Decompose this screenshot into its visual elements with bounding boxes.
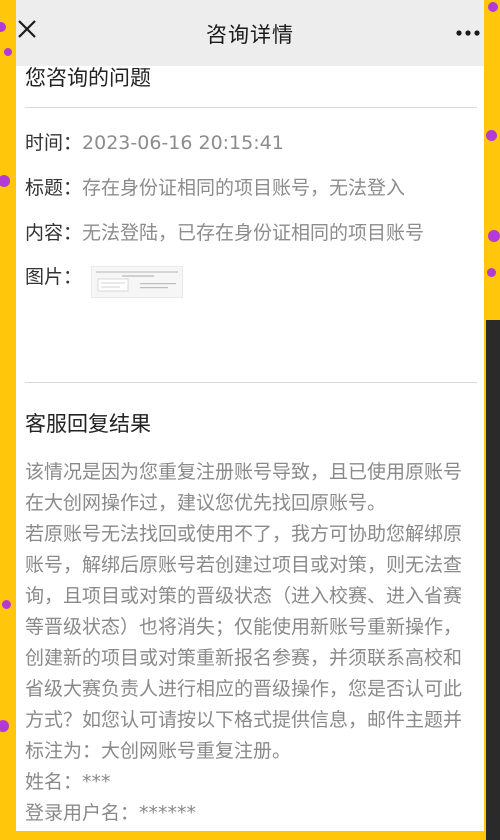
- time-row: 时间：2023-06-16 20:15:41: [25, 130, 284, 156]
- reply-paragraph: 该情况是因为您重复注册账号导致，且已使用原账号在大创网操作过，建议您优先找回原账…: [25, 461, 463, 514]
- decor-dot: [486, 130, 497, 141]
- title-row: 标题：存在身份证相同的项目账号，无法登入: [25, 175, 405, 201]
- title-label: 标题：: [25, 177, 83, 199]
- divider: [25, 382, 477, 383]
- question-heading: 您咨询的问题: [25, 66, 151, 90]
- reply-name-line: 姓名：***: [25, 771, 111, 793]
- divider: [25, 107, 477, 108]
- decor-dot: [0, 720, 9, 732]
- decor-dot: [488, 230, 500, 242]
- content-value: 无法登陆，已存在身份证相同的项目账号: [82, 222, 425, 244]
- decor-stripe: [486, 320, 500, 840]
- image-row: 图片：: [25, 264, 82, 290]
- time-label: 时间：: [25, 132, 83, 154]
- reply-paragraph: 若原账号无法找回或使用不了，我方可协助您解绑原账号，解绑后原账号若创建过项目或对…: [25, 523, 463, 762]
- attachment-thumbnail[interactable]: [91, 266, 183, 298]
- decor-dot: [2, 600, 11, 609]
- title-value: 存在身份证相同的项目账号，无法登入: [82, 177, 406, 199]
- more-icon[interactable]: [454, 22, 484, 42]
- detail-panel: 咨询详情 您咨询的问题 时间：2023-06-16 20:15:41 标题：存在…: [16, 0, 484, 831]
- decor-dot: [0, 175, 10, 187]
- time-value: 2023-06-16 20:15:41: [82, 132, 284, 154]
- decor-dot: [4, 48, 12, 56]
- decor-dot: [488, 2, 498, 12]
- reply-heading: 客服回复结果: [25, 412, 151, 436]
- decor-dot: [487, 268, 496, 277]
- page-title: 咨询详情: [206, 23, 294, 47]
- decor-dot: [0, 22, 6, 32]
- image-label: 图片：: [25, 266, 83, 288]
- content-label: 内容：: [25, 222, 83, 244]
- content-row: 内容：无法登陆，已存在身份证相同的项目账号: [25, 220, 424, 246]
- nav-bar: 咨询详情: [16, 0, 484, 66]
- reply-username-line: 登录用户名：******: [25, 802, 197, 824]
- reply-text: 该情况是因为您重复注册账号导致，且已使用原账号在大创网操作过，建议您优先找回原账…: [25, 457, 477, 829]
